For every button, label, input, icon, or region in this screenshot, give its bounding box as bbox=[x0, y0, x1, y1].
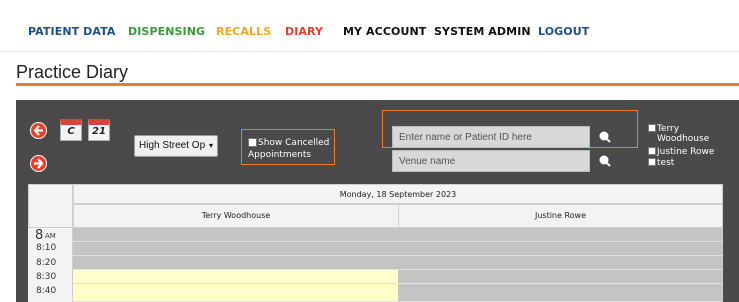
show-cancelled-label: Show Cancelled Appointments bbox=[248, 138, 330, 160]
slot-terry-0800[interactable] bbox=[73, 228, 399, 242]
chevron-down-icon: ▾ bbox=[208, 141, 213, 150]
staff-filter-terry: Terry Woodhouse bbox=[648, 124, 713, 144]
nav-patient-data[interactable]: PATIENT DATA bbox=[28, 25, 116, 38]
staff-label-justine: Justine Rowe bbox=[657, 147, 715, 157]
time-label-8-10: 8 AM 8:10 bbox=[28, 228, 73, 256]
nav-dispensing[interactable]: DISPENSING bbox=[128, 25, 205, 38]
nav-recalls[interactable]: RECALLS bbox=[216, 25, 271, 38]
staff-label-terry: Terry Woodhouse bbox=[657, 124, 710, 144]
nav-diary[interactable]: DIARY bbox=[285, 25, 323, 38]
venue-select-value: High Street Op bbox=[139, 140, 206, 151]
time-column-header bbox=[28, 184, 73, 228]
venue-search-icon[interactable] bbox=[599, 155, 611, 167]
calendar-today-icon[interactable]: C bbox=[60, 119, 82, 141]
time-8-10: 8:10 bbox=[36, 243, 57, 253]
practitioner-header-justine: Justine Rowe bbox=[398, 204, 723, 228]
show-cancelled-group: Show Cancelled Appointments bbox=[241, 129, 335, 165]
calendar-date-label: 21 bbox=[92, 126, 106, 137]
time-8-40: 8:40 bbox=[36, 286, 57, 296]
practitioner-header-terry: Terry Woodhouse bbox=[73, 204, 399, 228]
nav-logout[interactable]: LOGOUT bbox=[538, 25, 589, 38]
staff-checkbox-justine[interactable] bbox=[648, 147, 656, 155]
calendar-date-picker-icon[interactable]: 21 bbox=[88, 119, 110, 141]
venue-select[interactable]: High Street Op ▾ bbox=[134, 135, 218, 157]
time-label-8-40: 8:40 bbox=[28, 284, 73, 302]
staff-checkbox-terry[interactable] bbox=[648, 124, 656, 132]
slot-terry-0830[interactable] bbox=[73, 270, 399, 284]
nav-my-account[interactable]: MY ACCOUNT bbox=[343, 25, 426, 38]
previous-day-button[interactable] bbox=[30, 122, 47, 139]
slot-justine-0840[interactable] bbox=[398, 284, 723, 302]
venue-search-input[interactable]: Venue name bbox=[392, 150, 590, 172]
time-label-8-20: 8:20 bbox=[28, 256, 73, 270]
slot-terry-0840[interactable] bbox=[73, 284, 399, 302]
staff-filter-test: test bbox=[648, 158, 674, 168]
staff-label-test: test bbox=[657, 158, 675, 168]
time-label-8-30: 8:30 bbox=[28, 270, 73, 284]
staff-filter-justine: Justine Rowe bbox=[648, 147, 714, 157]
slot-terry-0810[interactable] bbox=[73, 242, 399, 256]
time-8-20: 8:20 bbox=[36, 258, 57, 268]
arrow-left-icon bbox=[33, 125, 43, 136]
slot-justine-0830[interactable] bbox=[398, 270, 723, 284]
next-day-button[interactable] bbox=[30, 155, 47, 172]
nav-system-admin[interactable]: SYSTEM ADMIN bbox=[434, 25, 531, 38]
patient-search-input[interactable]: Enter name or Patient ID here bbox=[392, 126, 590, 148]
page-title: Practice Diary bbox=[16, 62, 129, 82]
arrow-right-icon bbox=[34, 158, 44, 169]
slot-justine-0800[interactable] bbox=[398, 228, 723, 242]
diary-date-header: Monday, 18 September 2023 bbox=[73, 184, 723, 204]
time-8-30: 8:30 bbox=[36, 272, 57, 282]
slot-terry-0820[interactable] bbox=[73, 256, 399, 270]
title-divider bbox=[16, 83, 739, 86]
staff-checkbox-test[interactable] bbox=[648, 158, 656, 166]
slot-justine-0810[interactable] bbox=[398, 242, 723, 256]
calendar-today-label: C bbox=[67, 126, 75, 137]
show-cancelled-checkbox[interactable] bbox=[248, 138, 257, 147]
search-icon[interactable] bbox=[599, 131, 611, 143]
top-navigation: PATIENT DATA DISPENSING RECALLS DIARY MY… bbox=[0, 0, 739, 52]
slot-justine-0820[interactable] bbox=[398, 256, 723, 270]
